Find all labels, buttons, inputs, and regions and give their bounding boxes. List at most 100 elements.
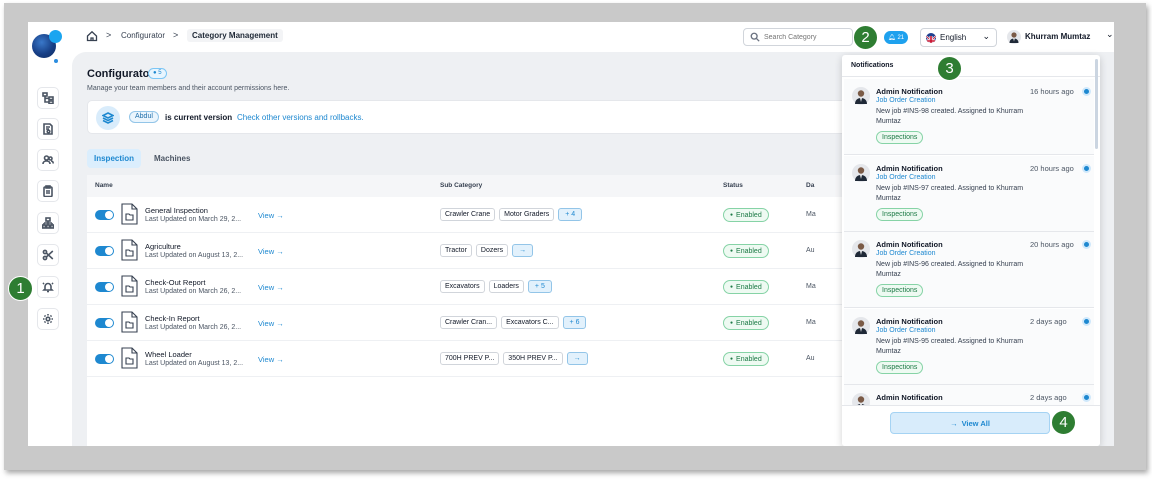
user-name[interactable]: Khurram Mumtaz	[1025, 32, 1090, 41]
count-badge: ● 5	[148, 68, 167, 79]
search-input[interactable]	[764, 31, 848, 43]
tab-machines[interactable]: Machines	[147, 149, 197, 168]
scissors-icon	[42, 249, 54, 261]
last-updated: Last Updated on March 26, 2...	[145, 324, 242, 331]
notification-count: 21	[897, 34, 905, 41]
notification-link[interactable]: Job Order Creation	[876, 174, 936, 181]
subcategory-chip: 350H PREV P...	[503, 352, 563, 365]
callout-marker: 1	[8, 276, 33, 301]
subcategory-chip: Dozers	[475, 244, 509, 257]
category-name: General Inspection	[145, 206, 208, 215]
date-cell: Ma	[806, 319, 816, 326]
notification-time: 20 hours ago	[1030, 163, 1074, 173]
subcategory-chip: Excavators	[440, 280, 485, 293]
view-all-label: View All	[961, 418, 990, 428]
subcategory-list: 700H PREV P... 350H PREV P... →	[440, 352, 588, 365]
notification-link[interactable]: Job Order Creation	[876, 327, 936, 334]
status-badge: Enabled	[723, 244, 769, 258]
view-link[interactable]: View →	[258, 319, 284, 328]
more-subcategories-button[interactable]: →	[566, 352, 588, 365]
subcategory-list: Excavators Loaders + 5	[440, 280, 552, 293]
sidebar-item-reports[interactable]	[37, 118, 59, 140]
home-icon[interactable]	[86, 30, 98, 42]
uk-flag-icon	[926, 33, 936, 43]
notification-link[interactable]: Job Order Creation	[876, 250, 936, 257]
notification-item[interactable]: Admin Notification 16 hours ago Job Orde…	[844, 79, 1094, 155]
notification-time: 16 hours ago	[1030, 87, 1074, 96]
view-link[interactable]: View →	[258, 283, 284, 292]
more-subcategories-button[interactable]: →	[512, 244, 534, 257]
subcategory-chip: Loaders	[488, 280, 524, 293]
sidebar-item-notifications[interactable]	[37, 276, 59, 298]
status-badge: Enabled	[723, 352, 769, 366]
gear-icon	[43, 314, 53, 324]
scrollbar[interactable]	[1095, 59, 1098, 149]
notification-title: Admin Notification	[876, 87, 943, 96]
notification-item[interactable]: Admin Notification 20 hours ago Job Orde…	[844, 155, 1094, 232]
versions-link[interactable]: Check other versions and rollbacks.	[237, 113, 364, 122]
more-subcategories-button[interactable]: + 6	[562, 316, 587, 329]
breadcrumb-current: Category Management	[187, 29, 283, 42]
date-cell: Ma	[806, 283, 816, 290]
enabled-toggle[interactable]	[95, 282, 114, 292]
search-box[interactable]	[743, 28, 853, 46]
sidebar-item-clipboard[interactable]	[37, 180, 59, 202]
enabled-toggle[interactable]	[95, 246, 114, 256]
category-name: Check-In Report	[145, 314, 200, 323]
notification-time: 2 days ago	[1030, 316, 1067, 326]
version-banner: Abdul is current version Check other ver…	[87, 100, 847, 134]
folder-file-icon	[121, 275, 138, 297]
breadcrumb-configurator[interactable]: Configurator	[121, 31, 165, 40]
users-icon	[42, 155, 54, 165]
app-logo[interactable]	[32, 30, 62, 63]
sidebar-item-hierarchy[interactable]	[37, 87, 59, 109]
notification-body: New job #INS-96 created. Assigned to Khu…	[876, 261, 1024, 278]
version-text: is current version	[165, 113, 233, 122]
subcategory-chip: Motor Graders	[499, 208, 555, 221]
notification-item[interactable]: Admin Notification 2 days ago Job Order …	[844, 308, 1094, 385]
column-header-date: Da	[806, 182, 815, 189]
callout-marker: 2	[853, 25, 878, 50]
chevron-down-icon: ⌄	[982, 31, 990, 41]
enabled-toggle[interactable]	[95, 354, 114, 364]
notifications-button[interactable]: 🔔︎ 21	[884, 31, 908, 44]
sidebar-item-tools[interactable]	[37, 244, 59, 266]
avatar[interactable]	[1007, 30, 1021, 44]
table-row: Check-Out Report Last Updated on March 2…	[87, 269, 847, 305]
date-cell: Ma	[806, 211, 816, 218]
notification-title: Admin Notification	[876, 240, 943, 249]
notifications-panel: Notifications Admin Notification 16 hour…	[842, 55, 1100, 446]
notifications-title: Notifications	[842, 55, 1100, 77]
column-header-status: Status	[723, 182, 743, 189]
view-link[interactable]: View →	[258, 247, 284, 256]
more-subcategories-button[interactable]: + 4	[558, 208, 583, 221]
notification-tag: Inspections	[876, 360, 924, 374]
category-name: Agriculture	[145, 242, 181, 251]
view-link[interactable]: View →	[258, 355, 284, 364]
subcategory-list: Tractor Dozers →	[440, 244, 534, 257]
category-name: Check-Out Report	[145, 278, 206, 287]
date-cell: Au	[806, 247, 815, 254]
subcategory-chip: Tractor	[440, 244, 472, 257]
enabled-toggle[interactable]	[95, 210, 114, 220]
hierarchy-icon	[42, 92, 54, 104]
notification-title: Admin Notification	[876, 393, 943, 402]
unread-indicator	[1082, 163, 1091, 173]
notification-body: New job #INS-95 created. Assigned to Khu…	[876, 337, 1024, 355]
view-all-button[interactable]: → View All	[890, 412, 1050, 434]
enabled-toggle[interactable]	[95, 318, 114, 328]
language-select[interactable]: English ⌄	[920, 28, 997, 47]
notification-tag: Inspections	[876, 131, 924, 144]
tab-inspection[interactable]: Inspection	[87, 149, 142, 168]
sidebar-item-org[interactable]	[37, 212, 59, 234]
view-link[interactable]: View →	[258, 211, 284, 220]
notification-link[interactable]: Job Order Creation	[876, 97, 936, 104]
notification-item[interactable]: Admin Notification 20 hours ago Job Orde…	[844, 232, 1094, 308]
breadcrumb-chevron-icon: >	[173, 30, 179, 40]
more-subcategories-button[interactable]: + 5	[527, 280, 552, 293]
sidebar-item-users[interactable]	[37, 149, 59, 171]
sidebar-item-settings[interactable]	[37, 308, 59, 330]
count-badge-value: 5	[158, 70, 162, 76]
chevron-down-icon[interactable]: ⌄	[1106, 29, 1114, 40]
avatar	[852, 316, 870, 335]
